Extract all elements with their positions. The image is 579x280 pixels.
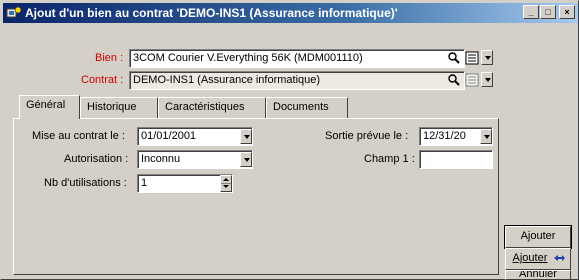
autorisation-select[interactable]: Inconnu [137, 150, 253, 169]
bien-field[interactable]: 3COM Courier V.Everything 56K (MDM001110… [129, 49, 465, 68]
close-button[interactable]: × [559, 5, 575, 19]
bien-label: Bien : [95, 52, 124, 64]
minimize-button[interactable]: _ [523, 5, 539, 19]
sortie-prevue-dropdown-arrow[interactable] [480, 129, 492, 144]
ajouter-plus-button[interactable]: Ajouter [505, 248, 571, 270]
ajouter-button[interactable]: Ajouter [504, 225, 572, 249]
ajouter-plus-label: Ajouter [512, 252, 548, 264]
list-icon[interactable] [465, 51, 479, 65]
mise-au-contrat-label: Mise au contrat le : [32, 130, 125, 142]
mise-au-contrat-dropdown-arrow[interactable] [240, 129, 252, 144]
repeat-icon [554, 255, 566, 261]
nb-utilisations-field[interactable]: 1 [137, 174, 233, 193]
search-icon[interactable] [447, 73, 461, 87]
champ1-label: Champ 1 : [364, 153, 415, 165]
contrat-field[interactable]: DEMO-INS1 (Assurance informatique) [129, 71, 465, 90]
tab-general[interactable]: Général [19, 95, 80, 119]
title-bar[interactable]: Ajout d'un bien au contrat 'DEMO-INS1 (A… [3, 3, 578, 23]
window-title: Ajout d'un bien au contrat 'DEMO-INS1 (A… [25, 6, 398, 20]
champ1-field[interactable] [419, 150, 493, 169]
autorisation-dropdown-arrow[interactable] [240, 152, 252, 167]
autorisation-label: Autorisation : [64, 153, 129, 165]
sortie-prevue-label: Sortie prévue le : [325, 130, 409, 142]
ajouter-button-label: Ajouter [520, 230, 556, 242]
contrat-dropdown-arrow[interactable] [481, 72, 493, 87]
bien-dropdown-arrow[interactable] [481, 50, 493, 65]
dialog-window: Ajout d'un bien au contrat 'DEMO-INS1 (A… [0, 0, 579, 280]
nb-utilisations-spinner[interactable] [220, 175, 232, 192]
annuler-button-label: Annuler [519, 270, 557, 280]
tab-documents[interactable]: Documents [266, 97, 348, 118]
contrat-label: Contrat : [81, 74, 124, 86]
tab-historique[interactable]: Historique [80, 97, 158, 118]
search-icon[interactable] [447, 51, 461, 65]
nb-utilisations-label: Nb d'utilisations : [44, 177, 127, 189]
tab-caracteristiques[interactable]: Caractéristiques [158, 97, 266, 118]
list-icon[interactable] [465, 73, 479, 87]
annuler-button[interactable]: Annuler [505, 270, 571, 280]
mise-au-contrat-field[interactable]: 01/01/2001 [137, 127, 253, 146]
app-icon [6, 6, 22, 18]
maximize-button[interactable]: □ [540, 5, 556, 19]
